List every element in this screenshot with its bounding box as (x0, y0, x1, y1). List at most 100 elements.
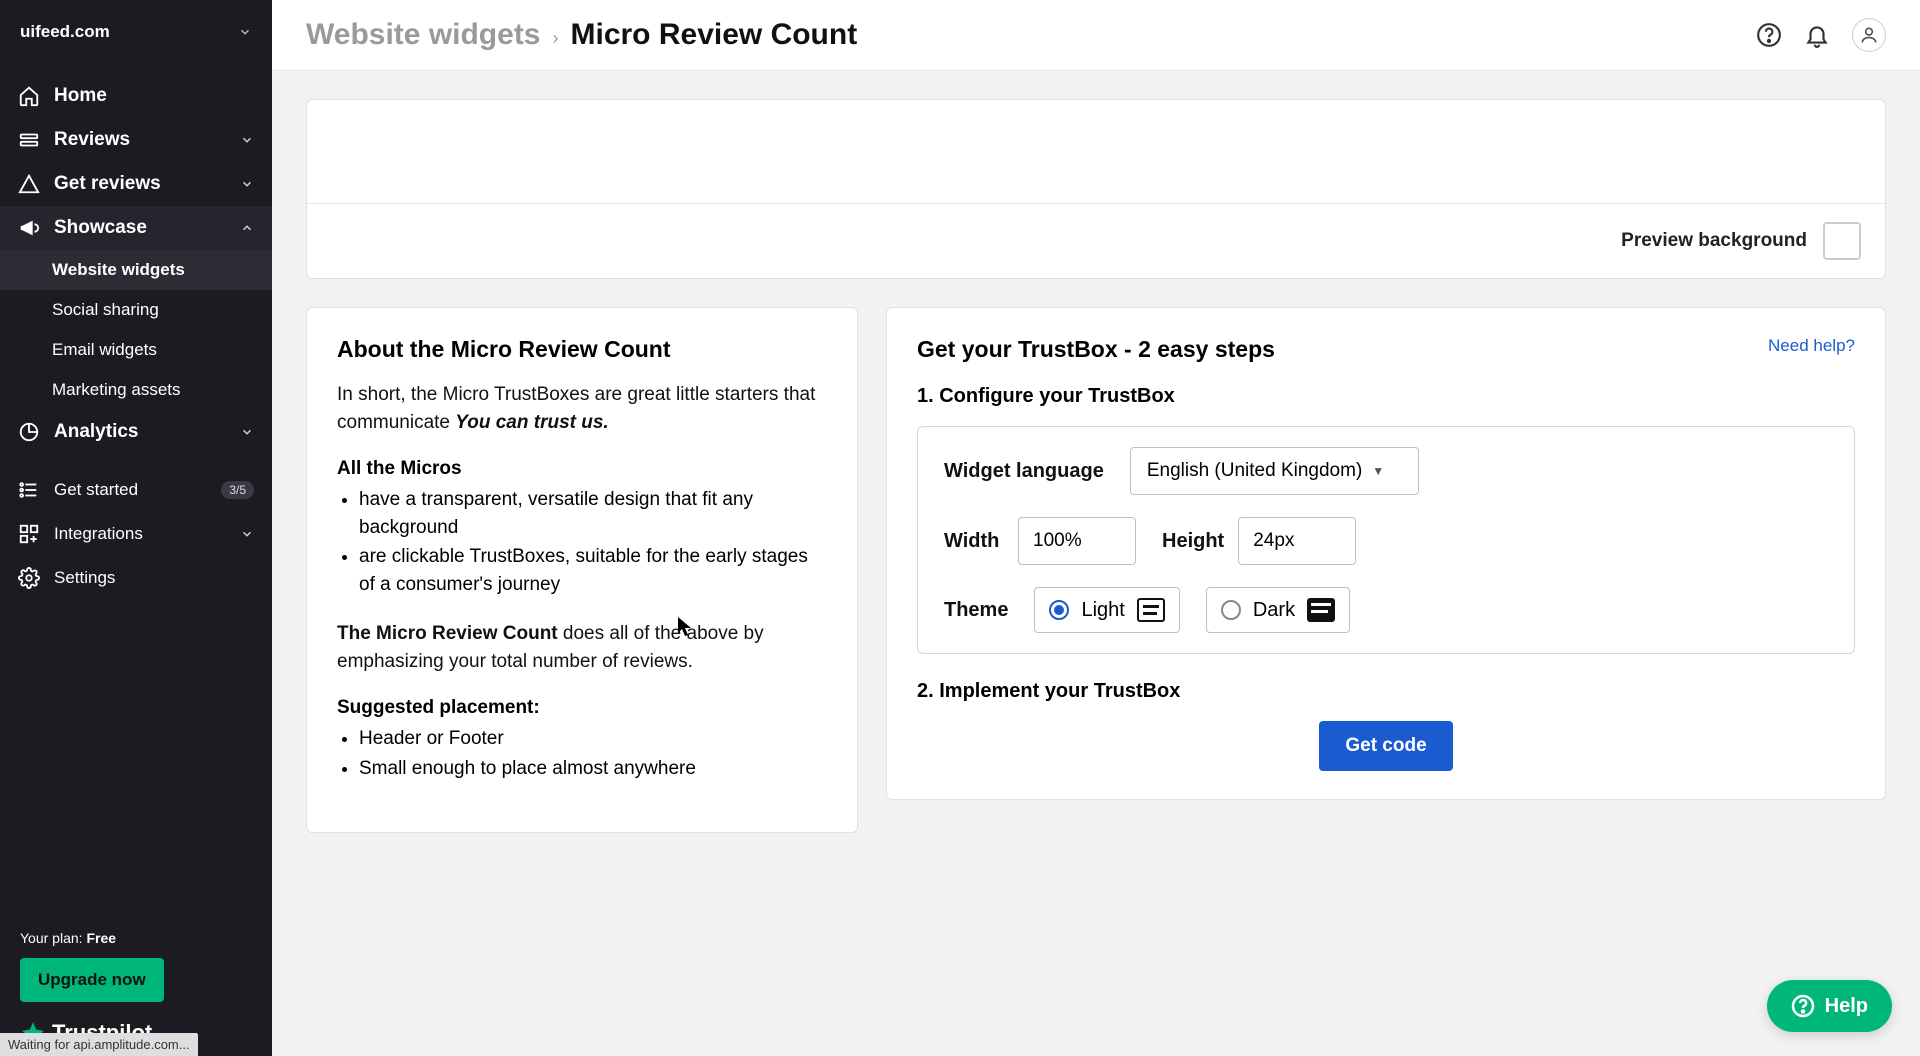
site-switcher[interactable]: uifeed.com (0, 0, 272, 64)
width-input[interactable] (1018, 517, 1136, 565)
nav-label: Showcase (54, 217, 226, 239)
integrations-icon (18, 523, 40, 545)
content: Preview background About the Micro Revie… (272, 71, 1920, 1056)
chevron-down-icon (240, 177, 254, 191)
config-card: Get your TrustBox - 2 easy steps Need he… (886, 307, 1886, 800)
checklist-icon (18, 479, 40, 501)
about-intro-emph: You can trust us. (455, 412, 608, 433)
config-heading: Get your TrustBox - 2 easy steps (917, 336, 1275, 363)
placement-heading: Suggested placement: (337, 697, 827, 719)
nav-label: Analytics (54, 421, 226, 443)
theme-label: Theme (944, 599, 1008, 622)
topbar: Website widgets › Micro Review Count (272, 0, 1920, 71)
get-code-button[interactable]: Get code (1319, 721, 1452, 771)
micros-heading: All the Micros (337, 458, 827, 480)
chevron-down-icon (240, 133, 254, 147)
about-intro: In short, the Micro TrustBoxes are great… (337, 381, 827, 436)
preview-bg-swatch[interactable] (1823, 222, 1861, 260)
nav-reviews[interactable]: Reviews (0, 118, 272, 162)
mrc-paragraph: The Micro Review Count does all of the a… (337, 620, 827, 675)
select-value: English (United Kingdom) (1147, 460, 1362, 482)
home-icon (18, 85, 40, 107)
micros-list: have a transparent, versatile design tha… (337, 486, 827, 598)
sidebar-nav: Home Reviews Get reviews S (0, 64, 272, 912)
list-item: have a transparent, versatile design tha… (359, 486, 827, 541)
nav-get-reviews[interactable]: Get reviews (0, 162, 272, 206)
preview-footer: Preview background (307, 204, 1885, 278)
sub-website-widgets[interactable]: Website widgets (0, 250, 272, 290)
nav-integrations[interactable]: Integrations (0, 512, 272, 556)
sub-marketing-assets[interactable]: Marketing assets (0, 370, 272, 410)
nav-label: Settings (54, 568, 254, 588)
widget-language-label: Widget language (944, 460, 1104, 483)
width-label: Width (944, 530, 1004, 553)
list-item: Small enough to place almost anywhere (359, 755, 827, 783)
theme-dark-option[interactable]: Dark (1206, 587, 1350, 633)
about-card: About the Micro Review Count In short, t… (306, 307, 858, 833)
site-name: uifeed.com (20, 22, 110, 42)
progress-badge: 3/5 (221, 481, 254, 499)
config-fieldset: Widget language English (United Kingdom)… (917, 426, 1855, 654)
chevron-down-icon (240, 425, 254, 439)
help-icon[interactable] (1756, 22, 1782, 48)
bell-icon[interactable] (1804, 22, 1830, 48)
plan-value: Free (86, 930, 116, 946)
help-fab[interactable]: Help (1767, 980, 1892, 1032)
widget-language-select[interactable]: English (United Kingdom) ▼ (1130, 447, 1419, 495)
list-item: are clickable TrustBoxes, suitable for t… (359, 543, 827, 598)
gear-icon (18, 567, 40, 589)
plan-line: Your plan: Free (20, 930, 252, 946)
user-icon (1859, 25, 1879, 45)
need-help-link[interactable]: Need help? (1768, 336, 1855, 356)
sub-social-sharing[interactable]: Social sharing (0, 290, 272, 330)
nav-home[interactable]: Home (0, 74, 272, 118)
megaphone-icon (18, 217, 40, 239)
radio-icon (1049, 600, 1069, 620)
plan-label: Your plan: (20, 930, 86, 946)
main: Website widgets › Micro Review Count Pre… (272, 0, 1920, 1056)
step2-title: 2. Implement your TrustBox (917, 680, 1855, 703)
breadcrumb-separator: › (553, 28, 559, 49)
height-input[interactable] (1238, 517, 1356, 565)
nav-label: Home (54, 85, 254, 107)
caret-down-icon: ▼ (1372, 464, 1384, 478)
help-fab-label: Help (1825, 995, 1868, 1018)
profile-button[interactable] (1852, 18, 1886, 52)
send-icon (18, 173, 40, 195)
chevron-down-icon (240, 527, 254, 541)
nav-get-started[interactable]: Get started 3/5 (0, 468, 272, 512)
theme-light-icon (1137, 598, 1165, 622)
nav-label: Reviews (54, 129, 226, 151)
list-item: Header or Footer (359, 725, 827, 753)
nav-showcase[interactable]: Showcase (0, 206, 272, 250)
nav-label: Integrations (54, 524, 226, 544)
help-circle-icon (1791, 994, 1815, 1018)
preview-area (307, 100, 1885, 204)
top-icons (1756, 18, 1886, 52)
preview-bg-label: Preview background (1621, 230, 1807, 252)
sidebar: uifeed.com Home Reviews G (0, 0, 272, 1056)
theme-dark-label: Dark (1253, 599, 1295, 622)
nav-label: Get started (54, 480, 207, 500)
sidebar-footer: Your plan: Free Upgrade now (0, 912, 272, 1002)
page-title: Micro Review Count (571, 18, 858, 52)
height-label: Height (1162, 530, 1224, 553)
radio-icon (1221, 600, 1241, 620)
theme-light-label: Light (1081, 599, 1124, 622)
breadcrumb-parent[interactable]: Website widgets (306, 18, 541, 52)
nav-label: Get reviews (54, 173, 226, 195)
breadcrumb: Website widgets › Micro Review Count (306, 18, 857, 52)
nav-analytics[interactable]: Analytics (0, 410, 272, 454)
preview-card: Preview background (306, 99, 1886, 279)
mrc-strong: The Micro Review Count (337, 623, 558, 644)
upgrade-button[interactable]: Upgrade now (20, 958, 164, 1002)
sub-email-widgets[interactable]: Email widgets (0, 330, 272, 370)
chevron-down-icon (238, 25, 252, 39)
placement-list: Header or Footer Small enough to place a… (337, 725, 827, 782)
step1-title: 1. Configure your TrustBox (917, 385, 1855, 408)
reviews-icon (18, 129, 40, 151)
status-bar: Waiting for api.amplitude.com... (0, 1033, 198, 1056)
nav-settings[interactable]: Settings (0, 556, 272, 600)
about-heading: About the Micro Review Count (337, 336, 827, 363)
theme-light-option[interactable]: Light (1034, 587, 1179, 633)
